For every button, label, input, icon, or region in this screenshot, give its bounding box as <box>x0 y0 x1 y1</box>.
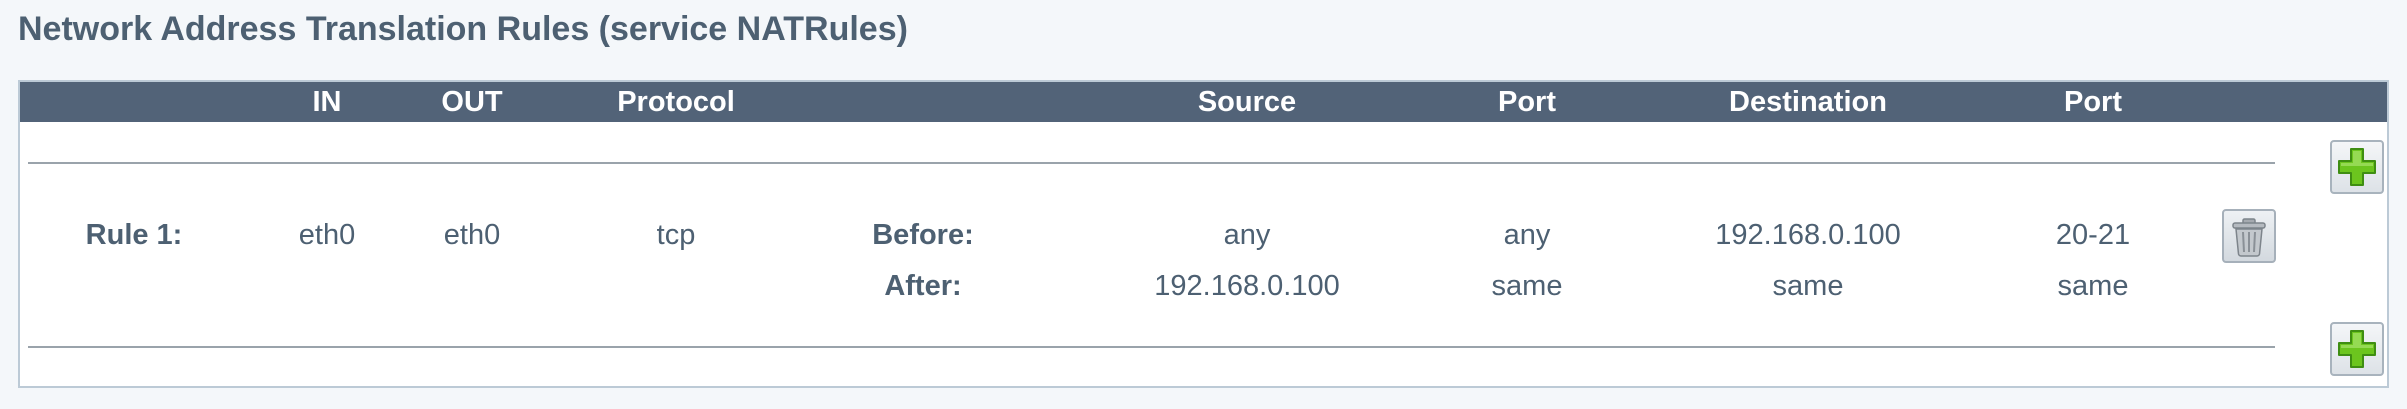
after-source: 192.168.0.100 <box>1154 270 1340 302</box>
rule-divider-bottom <box>28 346 2275 348</box>
rule-label: Rule 1: <box>85 219 183 251</box>
add-rule-below-button[interactable] <box>2330 322 2384 376</box>
header-destination: Destination <box>1729 86 1887 118</box>
header-source: Source <box>1197 86 1297 118</box>
before-label: Before: <box>872 219 974 251</box>
rule-protocol: tcp <box>656 219 696 251</box>
header-out: OUT <box>441 86 503 118</box>
rule-in-interface: eth0 <box>298 219 356 251</box>
header-destination-port: Port <box>2064 86 2122 118</box>
before-source: any <box>1223 219 1271 251</box>
nat-rules-table: IN OUT Protocol Source Port Destination … <box>18 80 2389 388</box>
page-title: Network Address Translation Rules (servi… <box>18 10 908 48</box>
after-source-port: same <box>1491 270 1563 302</box>
table-header: IN OUT Protocol Source Port Destination … <box>20 82 2387 122</box>
after-label: After: <box>884 270 962 302</box>
before-destination: 192.168.0.100 <box>1715 219 1901 251</box>
rule-divider-top <box>28 162 2275 164</box>
after-destination-port: same <box>2057 270 2129 302</box>
before-destination-port: 20-21 <box>2055 219 2131 251</box>
header-in: IN <box>312 86 342 118</box>
add-rule-above-button[interactable] <box>2330 140 2384 194</box>
before-source-port: any <box>1503 219 1551 251</box>
header-source-port: Port <box>1498 86 1556 118</box>
header-protocol: Protocol <box>617 86 735 118</box>
after-destination: same <box>1772 270 1844 302</box>
rule-out-interface: eth0 <box>443 219 501 251</box>
delete-rule-button[interactable] <box>2222 209 2276 263</box>
